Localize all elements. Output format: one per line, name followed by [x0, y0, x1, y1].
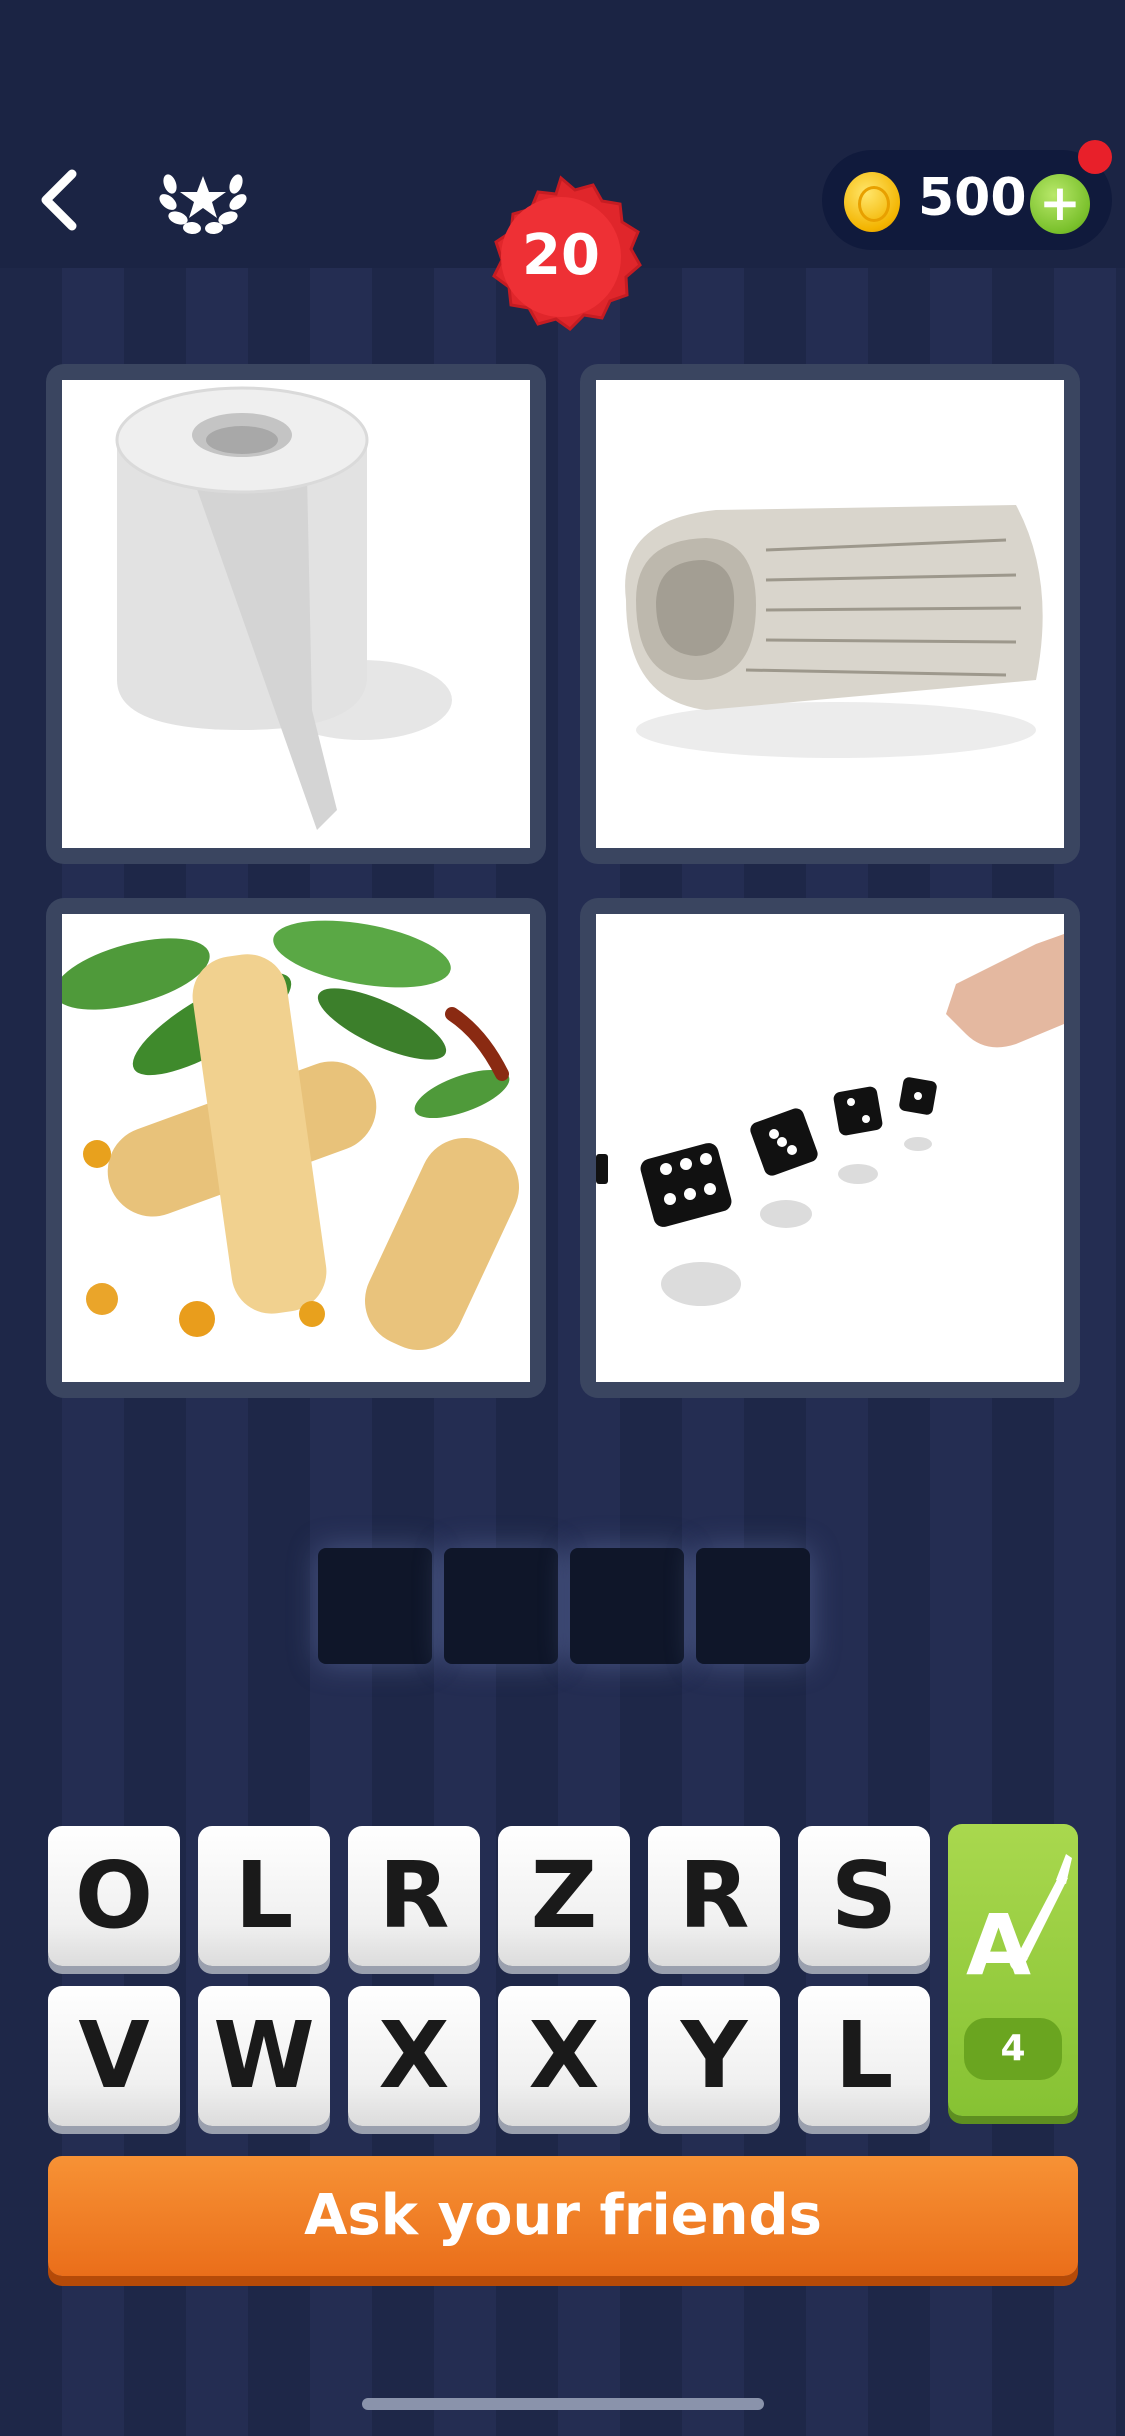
dice-image	[596, 914, 1064, 1382]
rank-button[interactable]	[158, 158, 248, 238]
letter-key[interactable]: S	[798, 1826, 930, 1966]
letter-key[interactable]: X	[348, 1986, 480, 2126]
letter-key[interactable]: R	[348, 1826, 480, 1966]
notification-dot	[1078, 140, 1112, 174]
toilet-paper-image	[62, 380, 530, 848]
hint-button[interactable]: A 4	[948, 1824, 1078, 2116]
letter-key[interactable]: R	[648, 1826, 780, 1966]
svg-text:A: A	[966, 1896, 1031, 1994]
picture-tile-3	[46, 898, 546, 1398]
picture-tile-4	[580, 898, 1080, 1398]
level-number: 20	[522, 223, 600, 288]
letter-key[interactable]: L	[798, 1986, 930, 2126]
home-indicator	[362, 2398, 764, 2410]
spring-rolls-image	[62, 914, 530, 1382]
ask-friends-button[interactable]: Ask your friends	[48, 2156, 1078, 2276]
coin-balance[interactable]: 500 +	[822, 140, 1112, 250]
letter-key[interactable]: X	[498, 1986, 630, 2126]
magic-brush-icon: A	[966, 1854, 1072, 1994]
back-button[interactable]	[30, 160, 90, 240]
chevron-left-icon	[41, 169, 77, 231]
picture-tile-1	[46, 364, 546, 864]
answer-slots	[318, 1548, 810, 1668]
newspaper-image	[596, 380, 1064, 848]
plus-icon[interactable]: +	[1030, 174, 1090, 234]
hint-count: 4	[964, 2018, 1062, 2080]
letter-key[interactable]: V	[48, 1986, 180, 2126]
picture-tile-2	[580, 364, 1080, 864]
letter-key[interactable]: Y	[648, 1986, 780, 2126]
letter-key[interactable]: Z	[498, 1826, 630, 1966]
letter-key[interactable]: O	[48, 1826, 180, 1966]
answer-slot[interactable]	[570, 1548, 684, 1664]
answer-slot[interactable]	[444, 1548, 558, 1664]
coin-icon	[844, 172, 900, 232]
laurel-star-icon	[159, 174, 247, 235]
letter-key[interactable]: L	[198, 1826, 330, 1966]
level-badge: 20	[476, 172, 646, 342]
coin-amount: 500	[918, 168, 1027, 228]
letter-key[interactable]: W	[198, 1986, 330, 2126]
answer-slot[interactable]	[318, 1548, 432, 1664]
game-screen: 500 + 20 O L R Z R S V W X X Y L A 4 Ask…	[0, 0, 1125, 2436]
answer-slot[interactable]	[696, 1548, 810, 1664]
